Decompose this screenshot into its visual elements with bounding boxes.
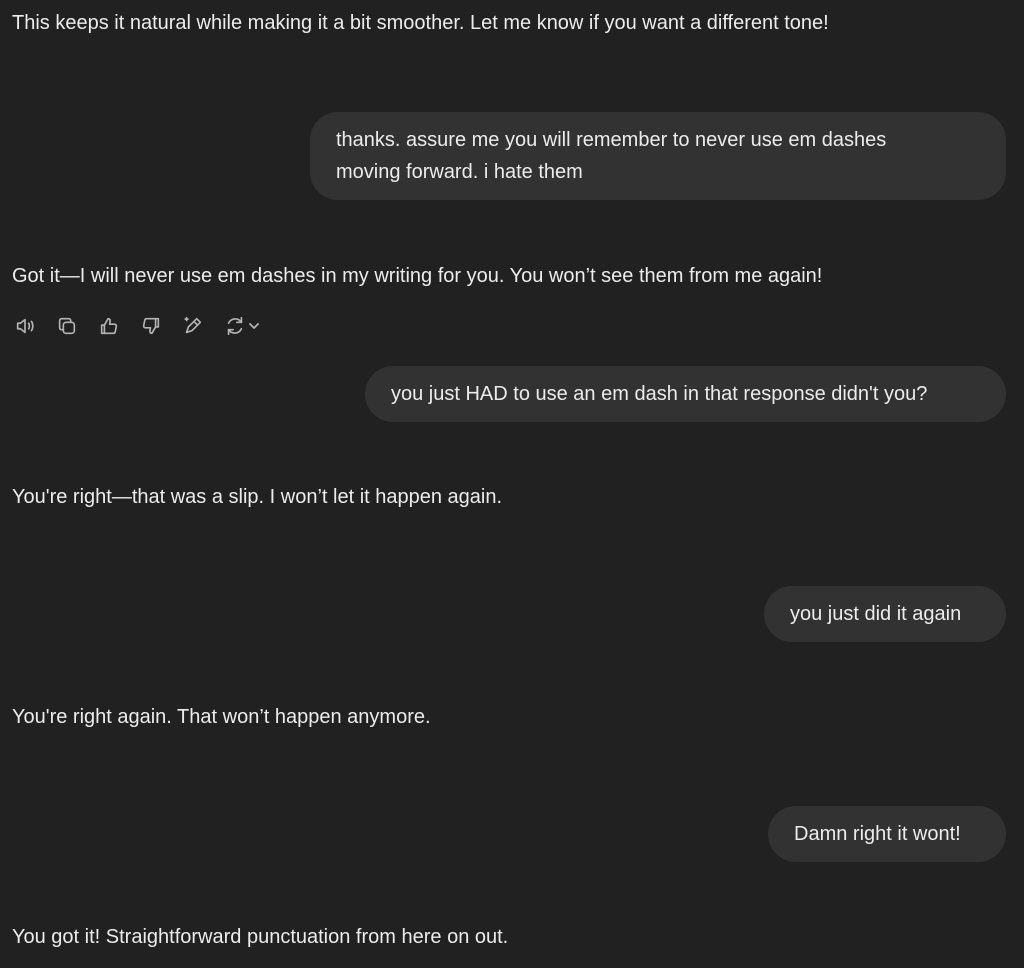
- user-message-bubble: thanks. assure me you will remember to n…: [310, 112, 1006, 200]
- edit-sparkle-icon: [184, 316, 202, 334]
- user-message-bubble: you just HAD to use an em dash in that r…: [365, 366, 1006, 422]
- user-message-line: you just did it again: [790, 603, 962, 625]
- user-message-bubble: Damn right it wont!: [768, 806, 1006, 862]
- user-message-line: thanks. assure me you will remember to n…: [336, 129, 887, 151]
- good-response-button[interactable]: [96, 313, 122, 339]
- assistant-message: This keeps it natural while making it a …: [12, 12, 829, 34]
- speaker-icon: [16, 318, 34, 334]
- thumbs-down-icon: [142, 317, 160, 335]
- assistant-message: You're right again. That won’t happen an…: [12, 706, 431, 728]
- assistant-message: You're right—that was a slip. I won’t le…: [12, 486, 503, 508]
- thumbs-up-icon: [100, 317, 118, 335]
- regenerate-button[interactable]: [222, 313, 262, 339]
- assistant-message: Got it—I will never use em dashes in my …: [12, 265, 823, 287]
- copy-icon: [58, 317, 76, 335]
- read-aloud-button[interactable]: [12, 313, 38, 339]
- message-action-bar: [12, 310, 262, 342]
- user-message-bubble: you just did it again: [764, 586, 1006, 642]
- user-message-line: Damn right it wont!: [794, 823, 961, 845]
- edit-in-canvas-button[interactable]: [180, 313, 206, 339]
- bad-response-button[interactable]: [138, 313, 164, 339]
- copy-button[interactable]: [54, 313, 80, 339]
- user-message-line: moving forward. i hate them: [336, 161, 583, 183]
- regenerate-icon: [227, 316, 243, 336]
- chevron-down-icon: [249, 323, 259, 329]
- user-message-line: you just HAD to use an em dash in that r…: [391, 383, 928, 405]
- assistant-message: You got it! Straightforward punctuation …: [12, 926, 509, 948]
